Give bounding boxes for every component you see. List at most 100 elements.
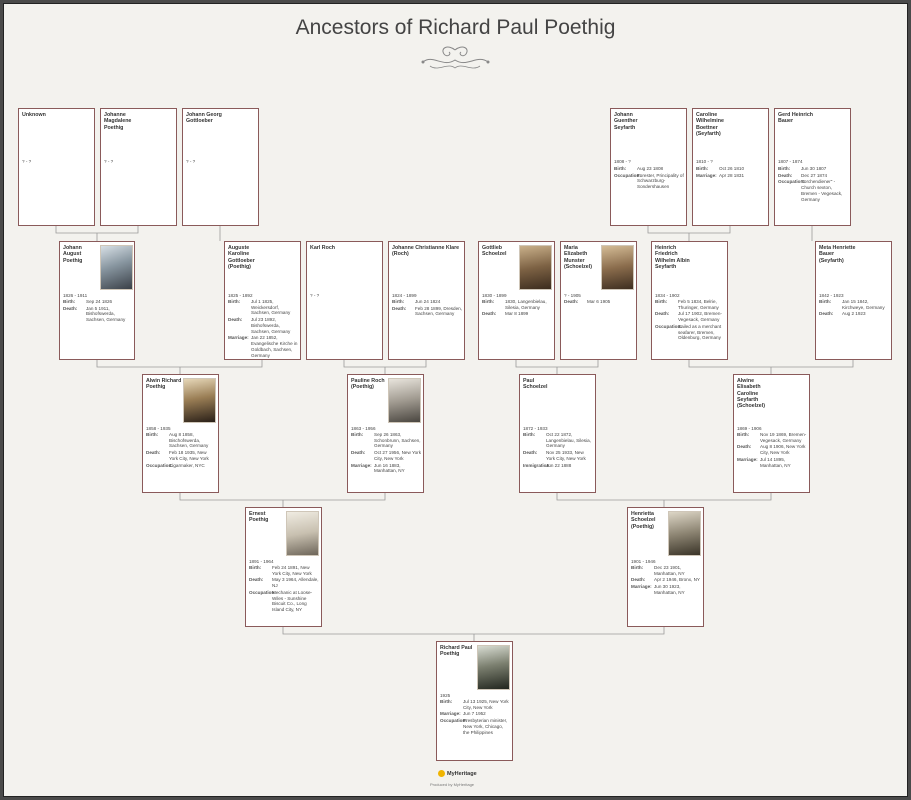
immigration-fact: Immigration: Jun 22 1888 <box>523 462 572 468</box>
birth-fact: Birth: Oct 26 1810 <box>696 166 745 171</box>
person-name: Alwin Richard Poethig <box>146 378 182 391</box>
death-fact: Death: Apr 2 1946, Bronx, NY <box>631 577 700 583</box>
person-card-auguste-karoline-gottloeber[interactable]: Auguste Karoline Gottloeber (Poethig) 18… <box>224 241 301 360</box>
person-name: Unknown <box>22 112 46 118</box>
person-card-karl-roch[interactable]: Karl Roch ? - ? <box>306 241 383 360</box>
person-card-alwin-richard-poethig[interactable]: Alwin Richard Poethig 1858 - 1935 Birth:… <box>142 374 219 493</box>
death-fact: Death: Aug 8 1906, New York City, New Yor… <box>737 444 806 456</box>
produced-by-text: Produced by MyHeritage <box>430 782 475 787</box>
person-card-alwine-elisabeth-caroline-seyfarth[interactable]: Alwine Elisabeth Caroline Seyfarth (Scho… <box>733 374 810 493</box>
person-years: ? - 1905 <box>564 293 581 298</box>
marriage-fact: Marriage: Jun 7 1952 <box>440 711 486 717</box>
birth-fact: Birth: Feb 5 1834, Belrie, Thuringer, Ger… <box>655 299 719 310</box>
person-photo <box>388 378 421 423</box>
person-card-heinrich-friedrich-wilhelm-albin-seyfarth[interactable]: Heinrich Friedrich Wilhelm Albin Seyfart… <box>651 241 728 360</box>
death-fact: Death: Feb 18 1935, New York City, New Yo… <box>146 450 209 461</box>
birth-fact: Birth: 1830, Langenbielau, Silesia, Germa… <box>482 299 547 310</box>
person-years: 1869 - 1906 <box>737 426 762 431</box>
person-years: 1842 - 1923 <box>819 293 844 298</box>
birth-fact: Birth: Jun 24 1824 <box>392 299 441 304</box>
person-name: Gerd Heinrich Bauer <box>778 112 814 125</box>
person-card-gottlieb-schoelzel[interactable]: Gottlieb Schoelzel 1830 - 1899 Birth: 183… <box>478 241 555 360</box>
person-card-meta-henriette-bauer[interactable]: Meta Henriette Bauer (Seyfarth) 1842 - 1… <box>815 241 892 360</box>
person-years: 1872 - 1933 <box>523 426 548 431</box>
person-name: Caroline Wilhelmine Boettner (Seyfarth) <box>696 112 724 138</box>
person-name: Auguste Karoline Gottloeber (Poethig) <box>228 245 255 271</box>
person-name: Heinrich Friedrich Wilhelm Albin Seyfart… <box>655 245 690 271</box>
death-fact: Death: Nov 25 1933, New York City, New Yo… <box>523 450 586 461</box>
person-name: Karl Roch <box>310 245 336 251</box>
marriage-fact: Marriage: Jun 30 1923, Manhattan, NY <box>631 584 685 595</box>
person-photo <box>668 511 701 556</box>
logo-icon <box>438 770 445 777</box>
person-card-henrietta-schoelzel[interactable]: Henrietta Schoelzel (Poethig) 1901 - 194… <box>627 507 704 627</box>
death-fact: Death: Mar 6 1905 <box>564 299 611 304</box>
person-card-richard-paul-poethig[interactable]: Richard Paul Poethig 1925 Birth: Jul 13 1… <box>436 641 513 761</box>
person-years: 1824 - 1899 <box>392 293 417 298</box>
person-card-ernest-poethig[interactable]: Ernest Poethig 1891 - 1964 Birth: Feb 24 … <box>245 507 322 627</box>
death-fact: Death: Oct 27 1956, New York City, New Yo… <box>351 450 421 461</box>
person-years: 1825 - 1892 <box>228 293 253 298</box>
birth-fact: Birth: Jan 15 1842, Kirchweye, Germany <box>819 299 885 310</box>
person-photo <box>519 245 552 290</box>
person-photo <box>183 378 216 423</box>
person-photo <box>100 245 133 290</box>
death-fact: Death: Dec 27 1874 <box>778 172 828 178</box>
birth-fact: Birth: Jul 13 1925, New York City, New Yo… <box>440 699 509 710</box>
person-years: 1807 - 1874 <box>778 159 803 164</box>
occupation-fact: Occupation: Presbyterian minister, New Yo… <box>440 718 508 735</box>
person-years: 1863 - 1956 <box>351 426 376 431</box>
person-photo <box>477 645 510 690</box>
person-years: 1834 - 1902 <box>655 293 680 298</box>
death-fact: Death: May 3 1964, Allendale, NJ <box>249 577 319 589</box>
person-years: 1925 <box>440 693 451 698</box>
birth-fact: Birth: Sep 24 1826 <box>63 299 113 304</box>
person-name: Henrietta Schoelzel (Poethig) <box>631 511 656 530</box>
person-years: 1808 - ? <box>614 159 631 164</box>
person-card-johann-georg-gottloeber[interactable]: Johann Georg Gottloeber ? - ? <box>182 108 259 226</box>
person-name: Richard Paul Poethig <box>440 645 473 658</box>
person-card-johann-august-poethig[interactable]: Johann August Poethig 1826 - 1911 Birth:… <box>59 241 135 360</box>
birth-fact: Birth: Feb 24 1891, New York City, New Yo… <box>249 565 312 576</box>
person-card-pauline-roch[interactable]: Pauline Roch (Poethig) 1863 - 1956 Birth… <box>347 374 424 493</box>
person-name: Johann Guenther Seyfarth <box>614 112 638 131</box>
occupation-fact: Occupation: Cigarmaker, NYC <box>146 462 205 468</box>
death-fact: Death: Feb 28 1899, Dresden, Sachsen, Ger… <box>392 305 462 317</box>
death-fact: Death: Jul 23 1892, Bishofswerda, Sachsen… <box>228 317 291 334</box>
person-years: 1891 - 1964 <box>249 559 274 564</box>
person-card-gerd-heinrich-bauer[interactable]: Gerd Heinrich Bauer 1807 - 1874 Birth: Ju… <box>774 108 851 226</box>
occupation-fact: Occupation: "torchendiener" - Church sext… <box>778 179 843 202</box>
myheritage-logo[interactable]: MyHeritage <box>438 770 477 777</box>
occupation-fact: Occupation: Mechanic at Loose-Wiles - Sun… <box>249 589 313 613</box>
birth-fact: Birth: Jun 30 1807 <box>778 166 827 171</box>
birth-fact: Birth: Aug 23 1808 <box>614 166 664 171</box>
person-card-maria-elizabeth-munster[interactable]: Maria Elizabeth Munster (Schoelzel) ? - … <box>560 241 637 360</box>
person-years: ? - ? <box>22 159 32 164</box>
person-years: 1826 - 1911 <box>63 293 88 298</box>
person-photo <box>286 511 319 556</box>
person-name: Paul Schoelzel <box>523 378 548 391</box>
birth-fact: Birth: Nov 19 1869, Bremen-Vegesack, Germ… <box>737 432 807 443</box>
person-name: Johanne Magdalene Poethig <box>104 112 132 131</box>
person-years: 1830 - 1899 <box>482 293 507 298</box>
occupation-fact: Occupation: Forester, Principality of Sch… <box>614 172 684 190</box>
marriage-fact: Marriage: Apr 28 1831 <box>696 172 745 178</box>
person-card-caroline-wilhelmine-boettner[interactable]: Caroline Wilhelmine Boettner (Seyfarth) … <box>692 108 769 226</box>
birth-fact: Birth: Jul 1 1825, Weickersdorf, Sachsen,… <box>228 299 291 316</box>
person-name: Pauline Roch (Poethig) <box>351 378 385 391</box>
death-fact: Death: Aug 2 1923 <box>819 311 866 317</box>
birth-fact: Birth: Sep 26 1863, Schonbrunn, Sachsen, … <box>351 432 421 449</box>
person-card-paul-schoelzel[interactable]: Paul Schoelzel 1872 - 1933 Birth: Oct 22 … <box>519 374 596 493</box>
marriage-fact: Marriage: Jun 16 1883, Manhattan, NY <box>351 462 405 474</box>
death-fact: Death: Mar 8 1899 <box>482 311 529 317</box>
person-name: Johanne Christianne Klare (Roch) <box>392 245 460 258</box>
person-card-johanne-christianne-klare[interactable]: Johanne Christianne Klare (Roch) 1824 - … <box>388 241 465 360</box>
person-card-johann-guenther-seyfarth[interactable]: Johann Guenther Seyfarth 1808 - ? Birth:… <box>610 108 687 226</box>
person-name: Maria Elizabeth Munster (Schoelzel) <box>564 245 592 271</box>
person-name: Gottlieb Schoelzel <box>482 245 507 258</box>
person-card-unknown[interactable]: Unknown ? - ? <box>18 108 95 226</box>
person-card-johanne-magdalene-poethig[interactable]: Johanne Magdalene Poethig ? - ? <box>100 108 177 226</box>
person-name: Ernest Poethig <box>249 511 269 524</box>
marriage-fact: Marriage: Jan 22 1852, Evangelische Kirch… <box>228 335 298 358</box>
person-name: Johann Georg Gottloeber <box>186 112 222 125</box>
